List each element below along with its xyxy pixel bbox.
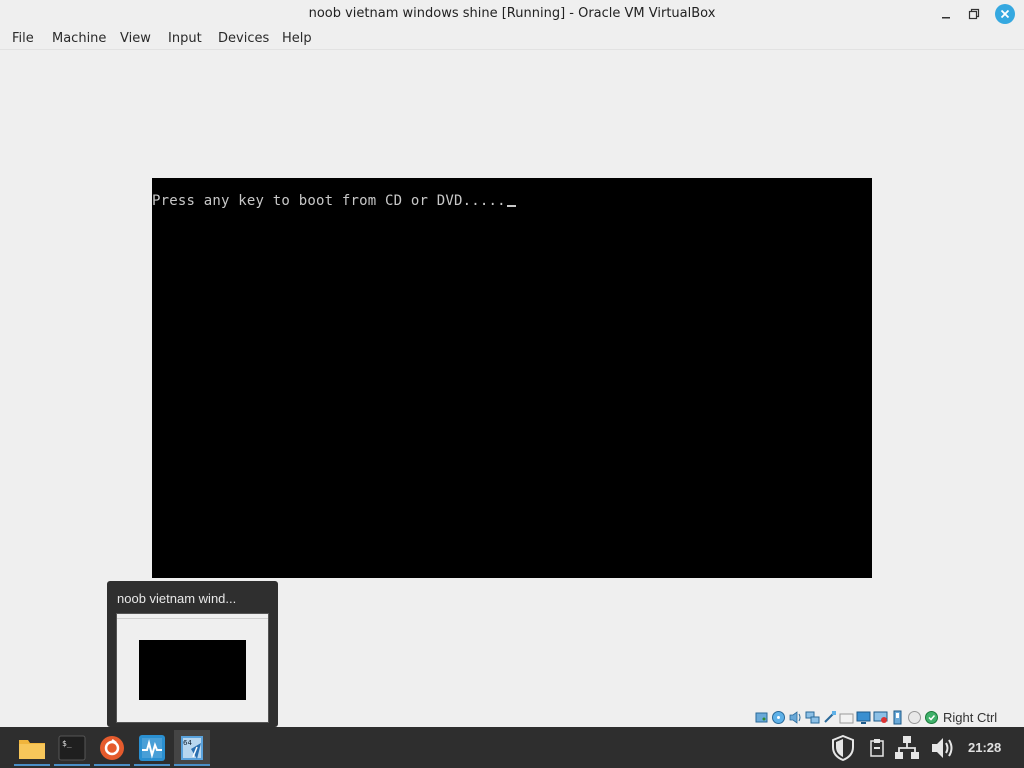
virtualbox-icon: 64 bbox=[181, 736, 203, 760]
preview-title: noob vietnam wind... bbox=[117, 591, 237, 606]
window-title: noob vietnam windows shine [Running] - O… bbox=[308, 6, 716, 21]
menu-view[interactable]: View bbox=[120, 31, 151, 46]
taskbar-virtualbox[interactable]: 64 bbox=[174, 730, 210, 766]
tray-security[interactable] bbox=[830, 735, 856, 761]
firefox-icon bbox=[100, 736, 124, 760]
keyboard-icon[interactable] bbox=[924, 710, 939, 725]
audio-icon[interactable] bbox=[788, 710, 803, 725]
tray-network[interactable] bbox=[894, 735, 920, 761]
network-icon bbox=[895, 736, 919, 759]
minimize-icon bbox=[942, 17, 950, 19]
shared-folders-icon[interactable] bbox=[839, 710, 854, 725]
running-indicator bbox=[94, 764, 130, 766]
taskbar: $_ 64 21:28 bbox=[0, 727, 1024, 768]
file-manager-icon bbox=[19, 740, 45, 759]
menu-file[interactable]: File bbox=[12, 31, 34, 46]
menu-machine[interactable]: Machine bbox=[52, 31, 106, 46]
cpu-icon[interactable] bbox=[890, 710, 905, 725]
network-icon[interactable] bbox=[805, 710, 820, 725]
system-monitor-icon bbox=[139, 735, 165, 761]
display-icon[interactable] bbox=[856, 710, 871, 725]
running-indicator bbox=[14, 764, 50, 766]
preview-thumbnail[interactable] bbox=[116, 613, 269, 723]
taskbar-file-manager[interactable] bbox=[14, 730, 50, 766]
clipboard-icon bbox=[870, 739, 884, 757]
svg-text:64: 64 bbox=[183, 739, 192, 747]
taskbar-firefox[interactable] bbox=[94, 730, 130, 766]
menu-input[interactable]: Input bbox=[168, 31, 202, 46]
maximize-button[interactable] bbox=[964, 4, 984, 24]
host-key-label[interactable]: Right Ctrl bbox=[943, 710, 997, 725]
svg-text:$_: $_ bbox=[62, 739, 72, 748]
vm-console-line: Press any key to boot from CD or DVD....… bbox=[152, 193, 516, 209]
hard-disk-icon[interactable] bbox=[754, 710, 769, 725]
clock[interactable]: 21:28 bbox=[968, 740, 1001, 755]
optical-drive-icon[interactable] bbox=[771, 710, 786, 725]
thumbnail-vm-screen bbox=[139, 640, 246, 700]
menu-bar: File Machine View Input Devices Help bbox=[0, 28, 1024, 50]
minimize-button[interactable] bbox=[936, 4, 956, 24]
usb-icon[interactable] bbox=[822, 710, 837, 725]
taskbar-terminal[interactable]: $_ bbox=[54, 730, 90, 766]
running-indicator bbox=[134, 764, 170, 766]
tray-clipboard[interactable] bbox=[864, 735, 890, 761]
taskbar-system-monitor[interactable] bbox=[134, 730, 170, 766]
running-indicator bbox=[54, 764, 90, 766]
menu-devices[interactable]: Devices bbox=[218, 31, 269, 46]
vm-status-bar: Right Ctrl bbox=[754, 708, 1024, 726]
tray-volume[interactable] bbox=[930, 735, 956, 761]
vm-screen[interactable]: Press any key to boot from CD or DVD....… bbox=[152, 178, 872, 578]
terminal-icon: $_ bbox=[58, 735, 86, 761]
window-preview-popup[interactable]: noob vietnam wind... bbox=[107, 581, 278, 727]
menu-help[interactable]: Help bbox=[282, 31, 312, 46]
volume-icon bbox=[932, 738, 953, 758]
close-button[interactable] bbox=[995, 4, 1015, 24]
recording-icon[interactable] bbox=[873, 710, 888, 725]
text-cursor bbox=[506, 205, 516, 207]
vm-console-text: Press any key to boot from CD or DVD....… bbox=[152, 193, 506, 209]
close-icon bbox=[1000, 9, 1010, 19]
thumbnail-menubar bbox=[117, 618, 268, 619]
window-titlebar[interactable]: noob vietnam windows shine [Running] - O… bbox=[0, 0, 1024, 28]
running-indicator bbox=[174, 764, 210, 766]
restore-icon bbox=[968, 8, 980, 20]
mouse-integration-icon[interactable] bbox=[907, 710, 922, 725]
shield-icon bbox=[832, 735, 854, 761]
